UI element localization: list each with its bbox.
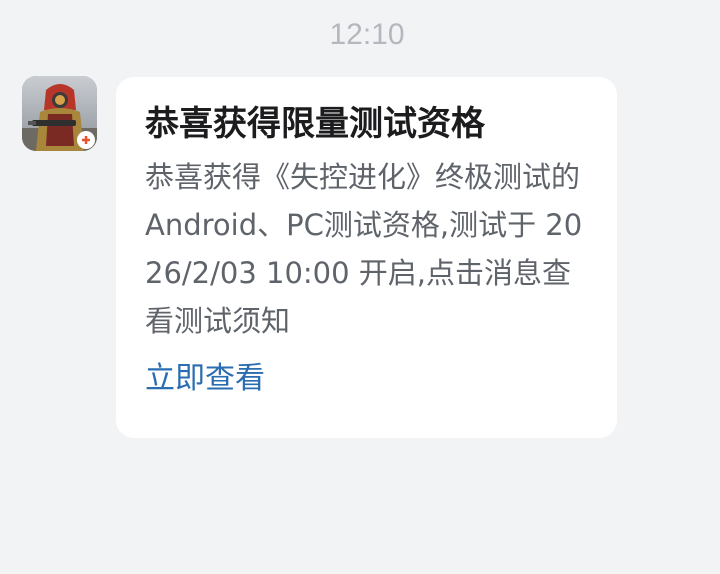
game-app-icon xyxy=(22,76,97,151)
chat-screen: 12:10 恭喜获得限量测试资格 恭喜获得《失控进化》终极测试的Android、… xyxy=(0,0,720,574)
message-body: 恭喜获得《失控进化》终极测试的Android、PC测试资格,测试于 2026/2… xyxy=(145,160,583,338)
view-now-link[interactable]: 立即查看 xyxy=(145,359,265,399)
app-avatar[interactable] xyxy=(22,76,97,151)
message-card[interactable]: 恭喜获得限量测试资格 恭喜获得《失控进化》终极测试的Android、PC测试资格… xyxy=(116,77,617,438)
message-timestamp: 12:10 xyxy=(329,18,405,51)
message-title: 恭喜获得限量测试资格 xyxy=(145,104,485,144)
